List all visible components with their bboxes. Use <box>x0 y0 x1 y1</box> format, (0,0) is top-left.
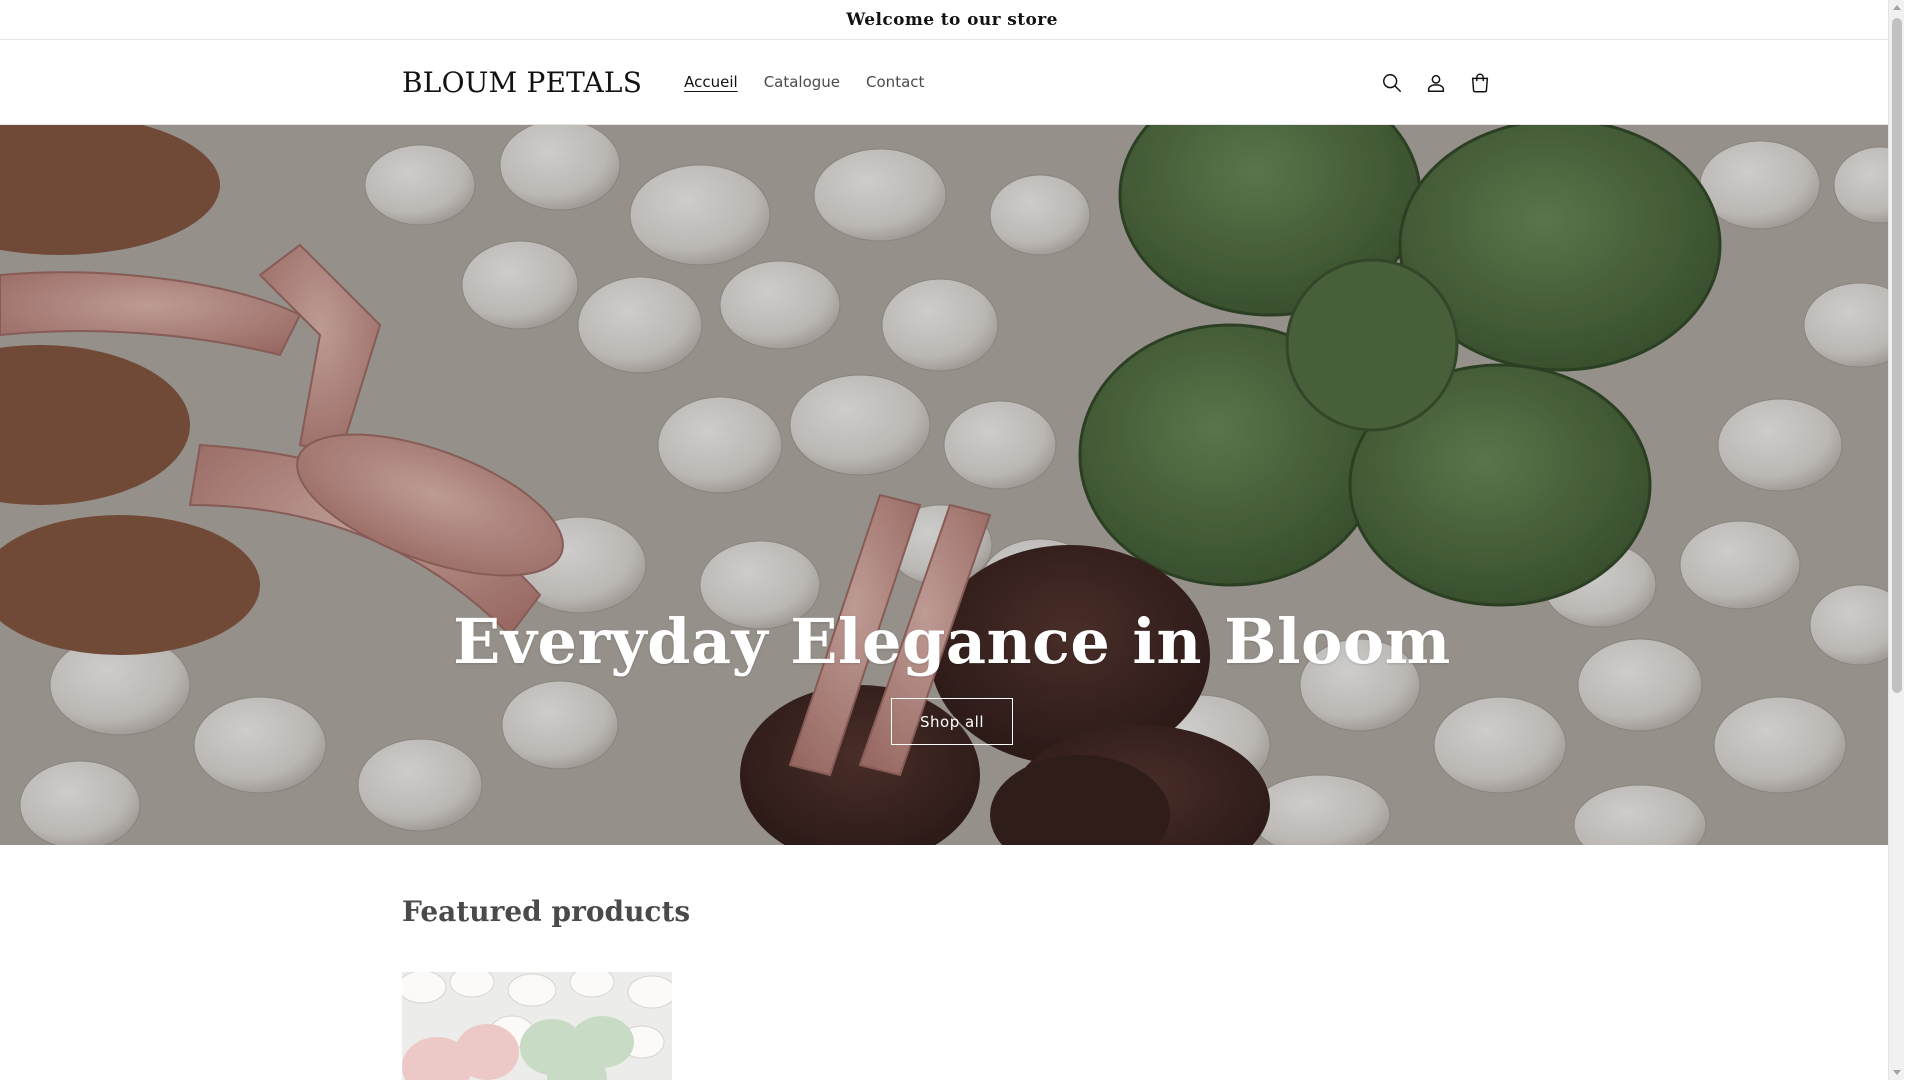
account-button[interactable] <box>1414 61 1458 105</box>
announcement-bar: Welcome to our store <box>0 0 1904 40</box>
nav-contact[interactable]: Contact <box>854 65 936 99</box>
header-icons <box>1370 40 1502 125</box>
scroll-down-icon[interactable] <box>1893 1070 1901 1075</box>
featured-title: Featured products <box>402 895 691 928</box>
search-button[interactable] <box>1370 61 1414 105</box>
site-header: BLOUM PETALS Accueil Catalogue Contact <box>0 40 1904 125</box>
scroll-up-icon[interactable] <box>1893 5 1901 10</box>
featured-products-section: Featured products <box>0 845 1904 1080</box>
cart-icon <box>1471 73 1489 92</box>
scroll-thumb[interactable] <box>1892 18 1902 693</box>
nav-accueil[interactable]: Accueil <box>672 65 750 99</box>
main-nav: Accueil Catalogue Contact <box>672 65 936 99</box>
account-icon <box>1427 74 1445 92</box>
hero-title: Everyday Elegance in Bloom <box>453 605 1451 678</box>
nav-catalogue[interactable]: Catalogue <box>752 65 852 99</box>
product-image <box>402 972 672 1080</box>
shop-all-button[interactable]: Shop all <box>891 698 1013 745</box>
store-page: Welcome to our store BLOUM PETALS Accuei… <box>0 0 1904 1080</box>
vertical-scrollbar[interactable] <box>1888 0 1904 1080</box>
product-card[interactable] <box>402 972 672 1080</box>
cart-button[interactable] <box>1458 61 1502 105</box>
search-icon <box>1383 73 1401 92</box>
hero-content: Everyday Elegance in Bloom Shop all <box>0 605 1904 745</box>
store-logo[interactable]: BLOUM PETALS <box>402 66 642 99</box>
announcement-text: Welcome to our store <box>846 9 1058 30</box>
hero-banner: Everyday Elegance in Bloom Shop all <box>0 125 1904 845</box>
